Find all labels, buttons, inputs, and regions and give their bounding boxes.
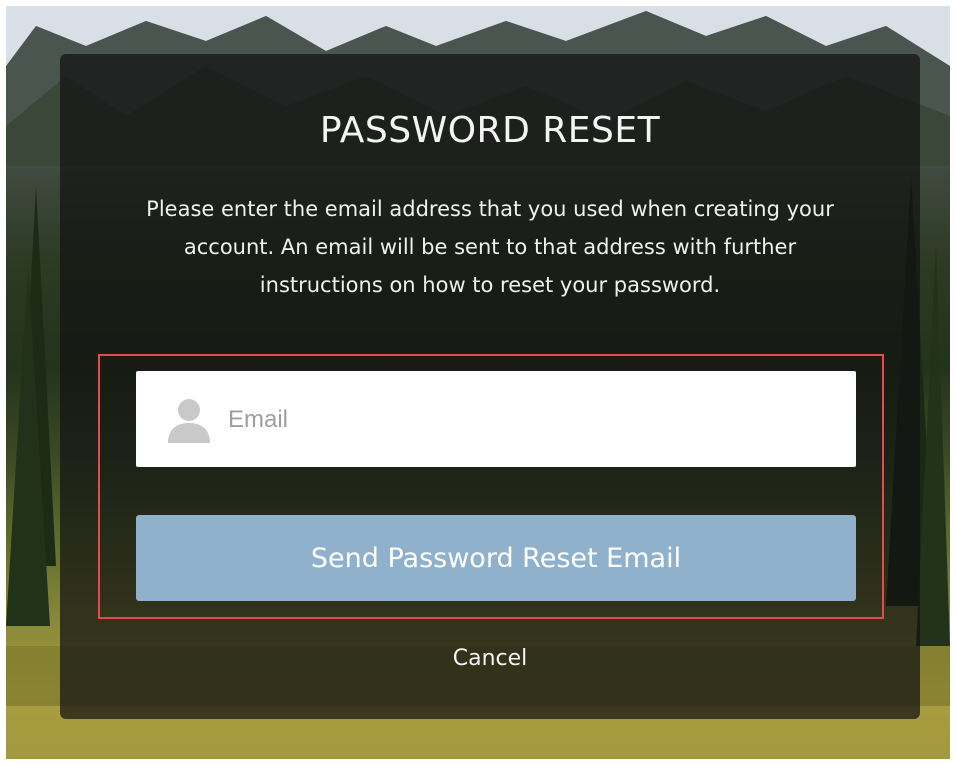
user-icon <box>168 399 210 443</box>
instructions-text: Please enter the email address that you … <box>146 197 834 297</box>
email-input[interactable] <box>226 371 840 469</box>
page-title: PASSWORD RESET <box>319 110 661 151</box>
send-password-reset-button[interactable]: Send Password Reset Email <box>136 515 856 601</box>
page-frame: PASSWORD RESET Please enter the email ad… <box>6 6 950 759</box>
cancel-link[interactable]: Cancel <box>60 646 920 671</box>
password-reset-panel: PASSWORD RESET Please enter the email ad… <box>60 54 920 719</box>
email-field-container[interactable] <box>136 371 856 469</box>
